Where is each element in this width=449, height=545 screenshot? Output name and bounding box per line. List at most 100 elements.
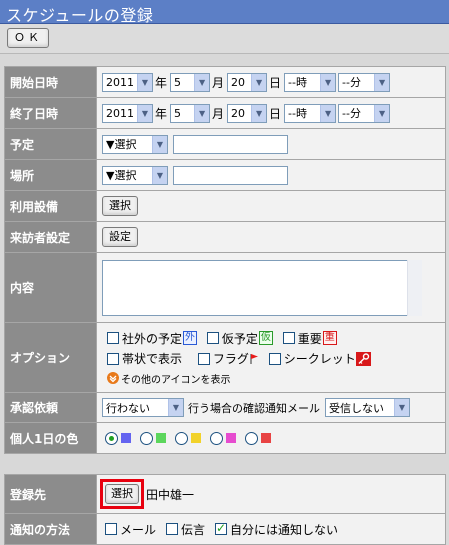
chevron-down-icon: ▼ [251,104,267,122]
option-secret[interactable]: シークレット [268,350,371,367]
chevron-down-icon: ▼ [168,399,183,416]
approval-label: 承認依頼 [5,393,97,422]
chevron-down-icon: ▼ [137,73,152,91]
plan-select[interactable]: ▼選択 ▼ [102,134,168,154]
approval-row: 承認依頼 行わない ▼ 行う場合の確認通知メール 受信しない ▼ [5,393,445,423]
equipment-row: 利用設備 選択 [5,191,445,222]
end-minute-select[interactable]: --分 ▼ [338,103,391,123]
start-day-select[interactable]: 20 ▼ [227,72,268,92]
color-swatch-pink [226,433,236,443]
option-band[interactable]: 帯状で表示 [107,350,182,367]
key-icon [355,351,371,366]
approval-select[interactable]: 行わない ▼ [102,398,184,417]
approval-notify-select[interactable]: 受信しない ▼ [325,398,410,417]
notify-mail-checkbox[interactable] [105,523,117,535]
chevron-down-icon: ▼ [152,166,167,184]
options-label: オプション [5,323,97,392]
ok-button[interactable]: ＯＫ [7,28,49,48]
place-input[interactable] [173,165,288,185]
notify-row: 通知の方法 メール 伝言 自分には通知しない [5,514,445,544]
toolbar: ＯＫ [0,24,449,54]
chevron-down-icon: ▼ [194,104,210,122]
chevron-down-icon: ▼ [320,73,336,91]
option-tentative[interactable]: 仮予定仮 [206,330,273,347]
color-row: 個人1日の色 [5,423,445,453]
place-row: 場所 ▼選択 ▼ [5,160,445,191]
color-swatch-green [156,433,166,443]
visitor-label: 来訪者設定 [5,222,97,252]
registrant-select-button[interactable]: 選択 [105,484,139,504]
notify-mail[interactable]: メール [105,521,156,538]
plan-input[interactable] [173,134,288,154]
content-row: 内容 [5,253,445,323]
chevron-down-icon: ▼ [374,104,390,122]
start-year-select[interactable]: 2011 ▼ [102,72,153,92]
registrant-name: 田中雄一 [146,487,195,502]
option-important[interactable]: 重要重 [282,330,337,347]
options-row: オプション 社外の予定外 仮予定仮 重要重 帯状で表示 フラグ シークレット そ… [5,323,445,393]
chevron-down-icon: ▼ [394,399,409,416]
end-day-select[interactable]: 20 ▼ [227,103,268,123]
end-year-select[interactable]: 2011 ▼ [102,103,153,123]
equipment-label: 利用設備 [5,191,97,221]
plan-row: 予定 ▼選択 ▼ [5,129,445,160]
approval-notify-label: 行う場合の確認通知メール [188,401,320,415]
chevron-down-icon: ▼ [374,73,390,91]
expand-icon[interactable] [107,372,119,384]
important-icon: 重 [322,331,337,345]
notify-label: 通知の方法 [5,514,97,544]
option-secret-checkbox[interactable] [268,352,281,365]
start-hour-select[interactable]: --時 ▼ [284,72,337,92]
color-radio-4[interactable] [210,431,223,445]
color-radio-1[interactable] [105,431,118,445]
option-tentative-checkbox[interactable] [206,332,219,344]
external-icon: 外 [183,331,198,345]
start-datetime-label: 開始日時 [5,67,97,97]
chevron-down-icon: ▼ [137,104,152,122]
color-label: 個人1日の色 [5,423,97,453]
visitor-row: 来訪者設定 設定 [5,222,445,253]
content-scrollbar[interactable] [407,259,422,316]
start-datetime-row: 開始日時 2011 ▼ 年 5 ▼ 月 20 ▼ 日 --時 ▼ --分 ▼ [5,67,445,98]
notify-message-checkbox[interactable] [166,523,179,535]
notify-message[interactable]: 伝言 [166,521,205,538]
registrant-row: 登録先 選択 田中雄一 [5,475,445,514]
option-band-checkbox[interactable] [107,352,119,365]
start-month-select[interactable]: 5 ▼ [170,72,211,92]
option-flag[interactable]: フラグ [197,350,259,367]
content-label: 内容 [5,253,97,322]
end-datetime-row: 終了日時 2011 ▼ 年 5 ▼ 月 20 ▼ 日 --時 ▼ --分 ▼ [5,98,445,129]
notify-self-skip-checkbox[interactable] [215,521,228,535]
chevron-down-icon: ▼ [251,73,267,91]
place-label: 場所 [5,160,97,190]
start-minute-select[interactable]: --分 ▼ [338,72,391,92]
registrant-button-highlight: 選択 [100,479,144,509]
option-external-checkbox[interactable] [107,332,119,344]
place-select[interactable]: ▼選択 ▼ [102,165,168,185]
color-swatch-blue [121,433,131,443]
equipment-select-button[interactable]: 選択 [102,196,138,216]
window-title: スケジュールの登録 [6,6,154,25]
option-important-checkbox[interactable] [282,332,295,344]
notify-self-skip[interactable]: 自分には通知しない [215,521,338,538]
end-hour-select[interactable]: --時 ▼ [284,103,337,123]
visitor-settings-button[interactable]: 設定 [102,227,138,247]
content-textarea[interactable] [102,259,422,316]
color-radio-5[interactable] [245,431,258,445]
more-icons-link[interactable]: その他のアイコンを表示 [121,371,231,386]
plan-label: 予定 [5,129,97,159]
color-swatch-yellow [191,433,201,443]
end-month-select[interactable]: 5 ▼ [170,103,211,123]
option-external[interactable]: 社外の予定外 [107,330,198,347]
registrant-label: 登録先 [5,475,97,513]
color-radio-3[interactable] [175,431,188,445]
end-datetime-label: 終了日時 [5,98,97,128]
tentative-icon: 仮 [258,331,273,345]
chevron-down-icon: ▼ [320,104,336,122]
chevron-down-icon: ▼ [152,135,167,153]
color-swatch-red [261,433,271,443]
color-radio-2[interactable] [140,431,153,445]
title-bar: スケジュールの登録 [0,0,449,25]
schedule-form: 開始日時 2011 ▼ 年 5 ▼ 月 20 ▼ 日 --時 ▼ --分 ▼ 終了日時 2… [4,66,446,454]
option-flag-checkbox[interactable] [197,352,210,365]
